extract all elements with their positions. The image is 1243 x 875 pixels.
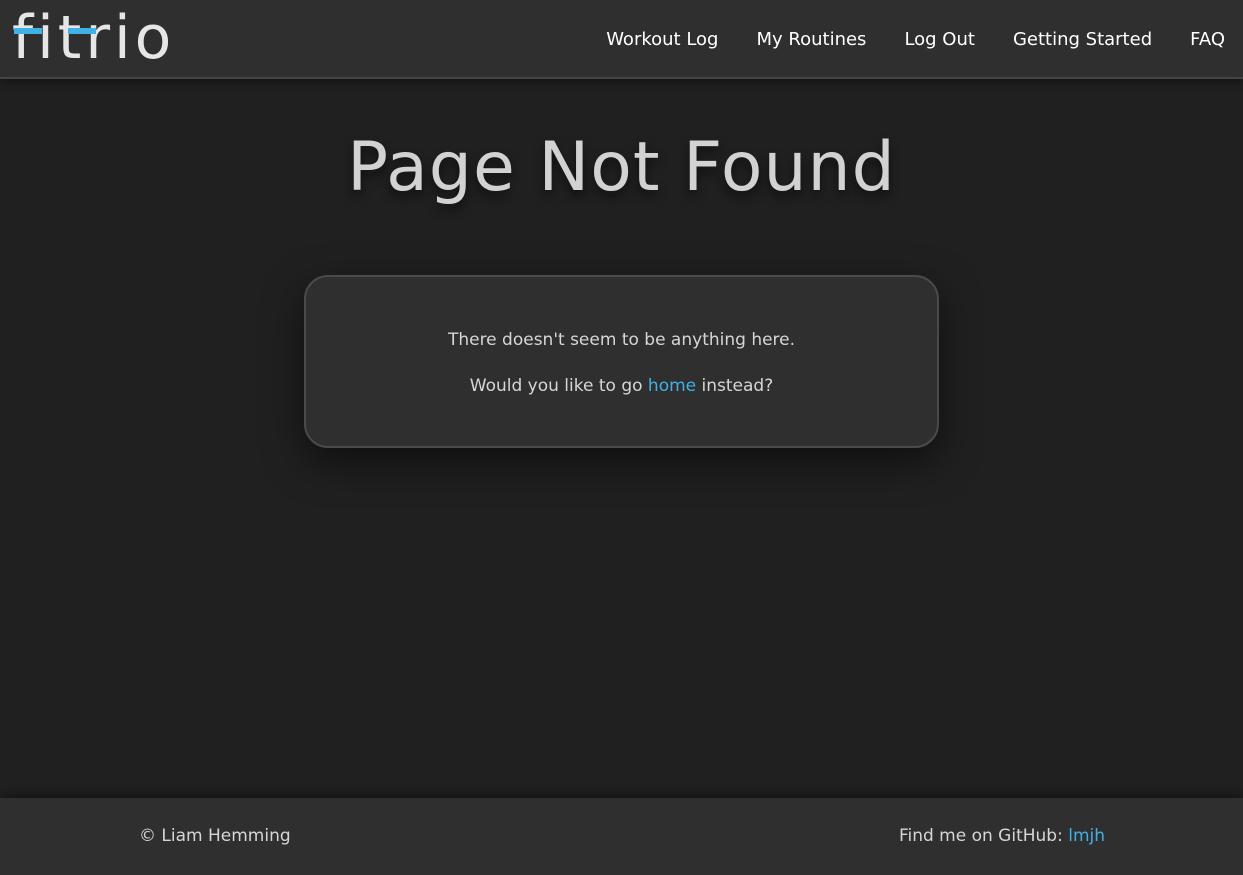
logo-accent-bar (14, 28, 42, 34)
go-home-prefix: Would you like to go (469, 376, 648, 396)
logo-accent-bar (68, 28, 96, 34)
main-nav: Workout Log My Routines Log Out Getting … (606, 0, 1225, 79)
nav-getting-started[interactable]: Getting Started (1013, 29, 1152, 50)
nav-my-routines[interactable]: My Routines (756, 29, 866, 50)
go-home-message: Would you like to go home instead? (306, 376, 937, 396)
footer: © Liam Hemming Find me on GitHub: lmjh (0, 798, 1243, 875)
copyright-text: © Liam Hemming (139, 826, 291, 846)
github-prefix: Find me on GitHub: (898, 826, 1069, 846)
page-title: Page Not Found (347, 128, 896, 207)
home-link[interactable]: home (648, 376, 696, 396)
github-link[interactable]: lmjh (1068, 826, 1105, 846)
nav-workout-log[interactable]: Workout Log (606, 29, 718, 50)
nav-faq[interactable]: FAQ (1190, 29, 1225, 50)
nav-log-out[interactable]: Log Out (904, 29, 975, 50)
fitrio-logo[interactable]: fitrio (12, 2, 175, 74)
logo-text: fitrio (12, 3, 176, 73)
not-found-message: There doesn't seem to be anything here. (447, 330, 796, 350)
not-found-card: There doesn't seem to be anything here. … (304, 275, 939, 448)
github-credit: Find me on GitHub: lmjh (899, 826, 1105, 846)
top-navbar: fitrio Workout Log My Routines Log Out G… (0, 0, 1243, 79)
go-home-suffix: instead? (696, 376, 774, 396)
